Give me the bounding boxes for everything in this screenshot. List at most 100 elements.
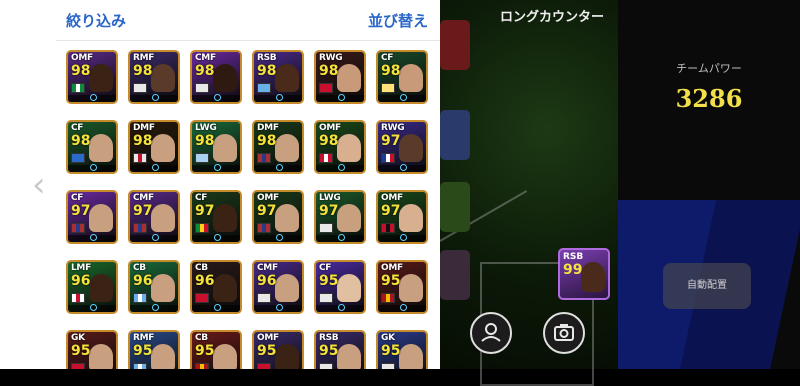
card-rating: 98 bbox=[319, 133, 339, 149]
card-position: LWG bbox=[195, 123, 217, 133]
player-card[interactable]: RMF 95 bbox=[128, 330, 180, 369]
card-position: RMF bbox=[133, 53, 155, 63]
player-portrait bbox=[337, 204, 361, 232]
pitch-player-card[interactable] bbox=[440, 182, 470, 232]
card-status-icon bbox=[152, 304, 159, 311]
card-rating: 98 bbox=[195, 133, 215, 149]
card-status-icon bbox=[276, 234, 283, 241]
player-portrait bbox=[399, 204, 423, 232]
player-portrait bbox=[89, 134, 113, 162]
player-card[interactable]: OMF 98 bbox=[66, 50, 118, 104]
nation-flag-icon bbox=[195, 363, 209, 369]
player-card[interactable]: CB 95 bbox=[190, 330, 242, 369]
card-rating: 97 bbox=[195, 203, 215, 219]
card-position: RSB bbox=[319, 333, 339, 343]
nation-flag-icon bbox=[319, 83, 333, 93]
player-card[interactable]: CF 98 bbox=[376, 50, 428, 104]
player-card[interactable]: GK 95 bbox=[376, 330, 428, 369]
player-profile-button[interactable] bbox=[470, 312, 512, 354]
card-position: RWG bbox=[319, 53, 343, 63]
player-card[interactable]: CMF 98 bbox=[190, 50, 242, 104]
card-position: OMF bbox=[257, 333, 279, 343]
card-rating: 96 bbox=[257, 273, 277, 289]
chevron-left-icon[interactable]: ‹ bbox=[32, 168, 46, 202]
card-position: OMF bbox=[71, 53, 93, 63]
card-position: OMF bbox=[381, 193, 403, 203]
pitch-player-card[interactable] bbox=[440, 250, 470, 300]
card-position: DMF bbox=[257, 123, 279, 133]
card-position: DMF bbox=[133, 123, 155, 133]
player-portrait bbox=[151, 134, 175, 162]
card-position: LMF bbox=[71, 263, 91, 273]
card-position: OMF bbox=[381, 263, 403, 273]
card-rating: 96 bbox=[133, 273, 153, 289]
player-portrait bbox=[337, 274, 361, 302]
nation-flag-icon bbox=[133, 363, 147, 369]
player-card[interactable]: CF 97 bbox=[66, 190, 118, 244]
card-status-icon bbox=[90, 94, 97, 101]
card-position: CMF bbox=[133, 193, 154, 203]
card-status-icon bbox=[214, 94, 221, 101]
player-portrait bbox=[151, 274, 175, 302]
player-card[interactable]: CMF 96 bbox=[252, 260, 304, 314]
card-status-icon bbox=[214, 304, 221, 311]
auto-assign-button[interactable]: 自動配置 bbox=[663, 263, 751, 309]
player-card[interactable]: CF 97 bbox=[190, 190, 242, 244]
player-card[interactable]: CB 96 bbox=[128, 260, 180, 314]
player-portrait bbox=[337, 134, 361, 162]
camera-icon bbox=[554, 324, 574, 341]
player-portrait bbox=[89, 204, 113, 232]
team-power-label: チームパワー bbox=[676, 62, 742, 75]
player-portrait bbox=[399, 344, 423, 369]
player-portrait bbox=[213, 344, 237, 369]
player-card[interactable]: OMF 98 bbox=[314, 120, 366, 174]
card-position: OMF bbox=[257, 193, 279, 203]
player-card[interactable]: DMF 98 bbox=[128, 120, 180, 174]
player-card[interactable]: OMF 97 bbox=[376, 190, 428, 244]
right-panel bbox=[618, 0, 800, 369]
player-card[interactable]: LWG 97 bbox=[314, 190, 366, 244]
player-card[interactable]: LMF 96 bbox=[66, 260, 118, 314]
player-portrait bbox=[213, 204, 237, 232]
nation-flag-icon bbox=[257, 83, 271, 93]
player-portrait bbox=[89, 64, 113, 92]
card-status-icon bbox=[152, 234, 159, 241]
player-card[interactable]: OMF 95 bbox=[252, 330, 304, 369]
player-card[interactable]: CF 98 bbox=[66, 120, 118, 174]
player-card[interactable]: RWG 98 bbox=[314, 50, 366, 104]
filter-button[interactable]: 絞り込み bbox=[66, 10, 126, 31]
player-card[interactable]: OMF 95 bbox=[376, 260, 428, 314]
player-card[interactable]: RSB 98 bbox=[252, 50, 304, 104]
pitch-player-card[interactable] bbox=[440, 110, 470, 160]
pitch-player-card-rsb[interactable]: RSB 99 bbox=[558, 248, 610, 300]
card-rating: 98 bbox=[71, 133, 91, 149]
card-position: RMF bbox=[133, 333, 155, 343]
player-portrait bbox=[399, 274, 423, 302]
card-status-icon bbox=[214, 164, 221, 171]
nation-flag-icon bbox=[381, 363, 395, 369]
player-card[interactable]: CF 95 bbox=[314, 260, 366, 314]
nation-flag-icon bbox=[195, 293, 209, 303]
player-portrait bbox=[151, 204, 175, 232]
card-status-icon bbox=[400, 234, 407, 241]
player-card[interactable]: CMF 97 bbox=[128, 190, 180, 244]
card-status-icon bbox=[276, 304, 283, 311]
card-rating: 98 bbox=[257, 133, 277, 149]
player-card[interactable]: LWG 98 bbox=[190, 120, 242, 174]
pitch-player-card[interactable] bbox=[440, 20, 470, 70]
pitch-area bbox=[439, 0, 618, 386]
player-card[interactable]: RSB 95 bbox=[314, 330, 366, 369]
card-rating: 97 bbox=[319, 203, 339, 219]
nation-flag-icon bbox=[195, 83, 209, 93]
player-card[interactable]: RMF 98 bbox=[128, 50, 180, 104]
player-card[interactable]: OMF 97 bbox=[252, 190, 304, 244]
nation-flag-icon bbox=[257, 363, 271, 369]
player-card[interactable]: CB 96 bbox=[190, 260, 242, 314]
player-portrait bbox=[337, 344, 361, 369]
camera-button[interactable] bbox=[543, 312, 585, 354]
sort-button[interactable]: 並び替え bbox=[368, 10, 428, 31]
player-card[interactable]: GK 95 bbox=[66, 330, 118, 369]
player-card[interactable]: RWG 97 bbox=[376, 120, 428, 174]
player-card[interactable]: DMF 98 bbox=[252, 120, 304, 174]
player-portrait bbox=[337, 64, 361, 92]
